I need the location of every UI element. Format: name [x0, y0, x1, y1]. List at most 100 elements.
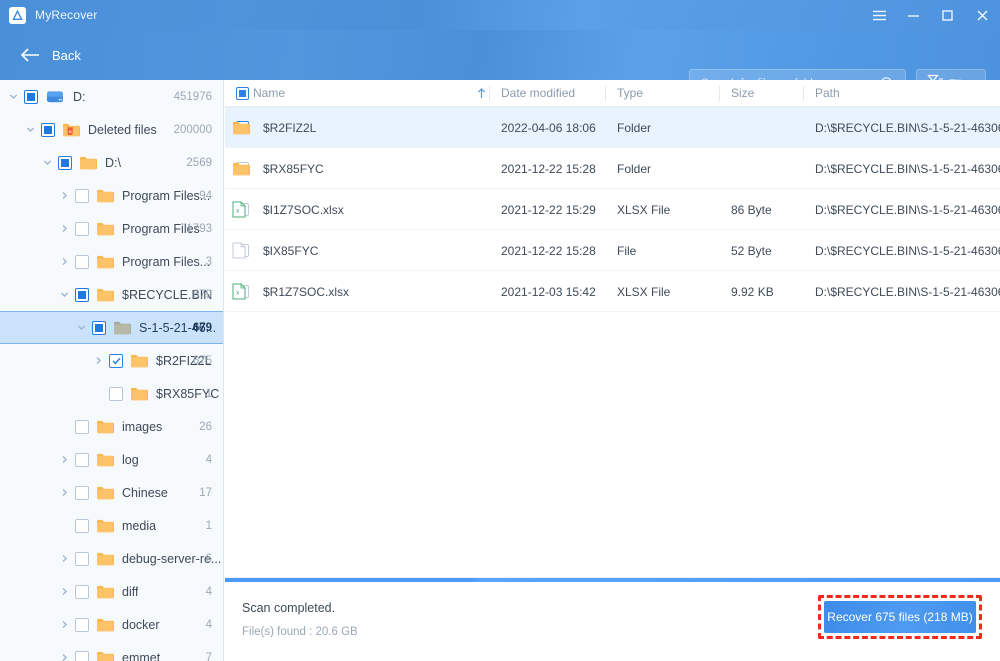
table-row[interactable]: $R2FIZ2L 2022-04-06 18:06 Folder D:\$RECYCL… [225, 107, 1000, 148]
tree-item-label: media [122, 518, 157, 533]
folder-icon [96, 452, 114, 467]
tree-item-count: 6 [205, 552, 212, 565]
tree-item-label: D:\ [105, 155, 121, 170]
tree-item-program-files[interactable]: Program Files... 3 [0, 245, 223, 278]
tree-checkbox[interactable] [75, 485, 89, 500]
chevron-right-icon[interactable] [57, 455, 71, 464]
tree-item-diff[interactable]: diff 4 [0, 575, 223, 608]
back-button[interactable]: Back [14, 39, 87, 71]
tree-item-d[interactable]: D:\ 2569 [0, 146, 223, 179]
tree-checkbox[interactable] [75, 617, 89, 632]
select-all-checkbox[interactable] [236, 80, 249, 107]
tree-item-debug-server-re[interactable]: debug-server-re... 6 [0, 542, 223, 575]
hamburger-menu-icon[interactable] [862, 0, 896, 30]
tree-checkbox[interactable] [75, 254, 89, 269]
folder-icon [96, 188, 114, 203]
tree-checkbox[interactable] [75, 188, 89, 203]
file-list-body[interactable]: $R2FIZ2L 2022-04-06 18:06 Folder D:\$RECYCL… [225, 107, 1000, 312]
chevron-down-icon[interactable] [23, 125, 37, 134]
tree-checkbox[interactable] [75, 287, 89, 302]
column-header-size[interactable]: Size [731, 80, 754, 107]
maximize-icon[interactable] [930, 0, 964, 30]
chevron-right-icon[interactable] [57, 191, 71, 200]
chevron-right-icon[interactable] [57, 587, 71, 596]
chevron-right-icon[interactable] [57, 224, 71, 233]
app-title: MyRecover [35, 8, 98, 22]
folder-icon [96, 584, 114, 599]
tree-checkbox[interactable] [75, 419, 89, 434]
tree-item-label: images [122, 419, 163, 434]
tree-item-program-files[interactable]: Program Files... 94 [0, 179, 223, 212]
tree-item-s-1-5-21-46[interactable]: S-1-5-21-46... 679 [0, 311, 223, 344]
file-name: $R1Z7SOC.xlsx [263, 284, 350, 299]
tree-item-count: 7 [205, 651, 212, 661]
tree-checkbox[interactable] [75, 452, 89, 467]
minimize-icon[interactable] [896, 0, 930, 30]
tree-item-deleted-files[interactable]: Deleted files 200000 [0, 113, 223, 146]
chevron-right-icon[interactable] [57, 257, 71, 266]
tree-checkbox[interactable] [109, 386, 123, 401]
recover-button-highlight: Recover 675 files (218 MB) [818, 595, 982, 639]
tree-item-label: docker [122, 617, 160, 632]
title-bar: MyRecover [0, 0, 1000, 30]
tree-item-count: 17 [199, 486, 212, 499]
close-icon[interactable] [964, 0, 1000, 30]
tree-item-count: 679 [192, 321, 212, 334]
tree-item-emmet[interactable]: emmet 7 [0, 641, 223, 661]
tree-item-label: diff [122, 584, 139, 599]
table-row[interactable]: $IX85FYC 2021-12-22 15:28 File 52 Byte D:\$R… [225, 230, 1000, 271]
tree-checkbox[interactable] [41, 122, 55, 137]
chevron-down-icon[interactable] [57, 290, 71, 299]
tree-checkbox[interactable] [109, 353, 123, 368]
chevron-right-icon[interactable] [91, 356, 105, 365]
tree-item-count: 4 [205, 453, 212, 466]
file-date-modified: 2022-04-06 18:06 [501, 120, 596, 135]
chevron-right-icon[interactable] [57, 554, 71, 563]
table-row[interactable]: $RX85FYC 2021-12-22 15:28 Folder D:\$RECYCL… [225, 148, 1000, 189]
chevron-right-icon[interactable] [57, 620, 71, 629]
chevron-down-icon[interactable] [40, 158, 54, 167]
tree-item-recycle-bin[interactable]: $RECYCLE.BIN 679 [0, 278, 223, 311]
tree-checkbox[interactable] [75, 584, 89, 599]
tree-checkbox[interactable] [75, 551, 89, 566]
tree-item-r2fiz2l[interactable]: $R2FIZ2L 675 [0, 344, 223, 377]
xlsx-file-icon: x [232, 271, 246, 312]
column-header-path[interactable]: Path [815, 80, 840, 107]
tree-item-count: 4 [205, 618, 212, 631]
chevron-right-icon[interactable] [57, 653, 71, 661]
tree-checkbox[interactable] [24, 89, 38, 104]
chevron-right-icon[interactable] [57, 488, 71, 497]
svg-text:x: x [236, 208, 239, 214]
sort-ascending-icon[interactable] [477, 80, 486, 107]
tree-checkbox[interactable] [58, 155, 72, 170]
tree-item-media[interactable]: media 1 [0, 509, 223, 542]
folder-tree-sidebar[interactable]: D: 451976 Deleted files 200000 D:\ 2569 Progra… [0, 80, 224, 661]
column-header-name[interactable]: Name [253, 80, 285, 107]
column-divider [605, 86, 606, 101]
tree-item-chinese[interactable]: Chinese 17 [0, 476, 223, 509]
tree-item-program-files[interactable]: Program Files 1793 [0, 212, 223, 245]
table-row[interactable]: x $R1Z7SOC.xlsx 2021-12-03 15:42 XLSX File 9… [225, 271, 1000, 312]
tree-item-rx85fyc[interactable]: $RX85FYC 1 [0, 377, 223, 410]
file-path: D:\$RECYCLE.BIN\S-1-5-21-46306… [815, 284, 1000, 299]
folder-gray-icon [113, 320, 131, 335]
folder-icon [96, 518, 114, 533]
tree-item-docker[interactable]: docker 4 [0, 608, 223, 641]
recover-button[interactable]: Recover 675 files (218 MB) [824, 601, 976, 633]
table-row[interactable]: x $I1Z7SOC.xlsx 2021-12-22 15:29 XLSX File 8… [225, 189, 1000, 230]
tree-checkbox[interactable] [75, 518, 89, 533]
column-header-date[interactable]: Date modified [501, 80, 575, 107]
tree-checkbox[interactable] [75, 221, 89, 236]
file-date-modified: 2021-12-03 15:42 [501, 284, 596, 299]
tree-checkbox[interactable] [75, 650, 89, 661]
column-header-type[interactable]: Type [617, 80, 643, 107]
tree-item-d[interactable]: D: 451976 [0, 80, 223, 113]
chevron-down-icon[interactable] [74, 323, 88, 332]
tree-item-log[interactable]: log 4 [0, 443, 223, 476]
tree-item-count: 200000 [173, 123, 212, 136]
folder-icon [96, 254, 114, 269]
chevron-down-icon[interactable] [6, 92, 20, 101]
tree-checkbox[interactable] [92, 320, 106, 335]
svg-text:x: x [236, 290, 239, 296]
tree-item-images[interactable]: images 26 [0, 410, 223, 443]
